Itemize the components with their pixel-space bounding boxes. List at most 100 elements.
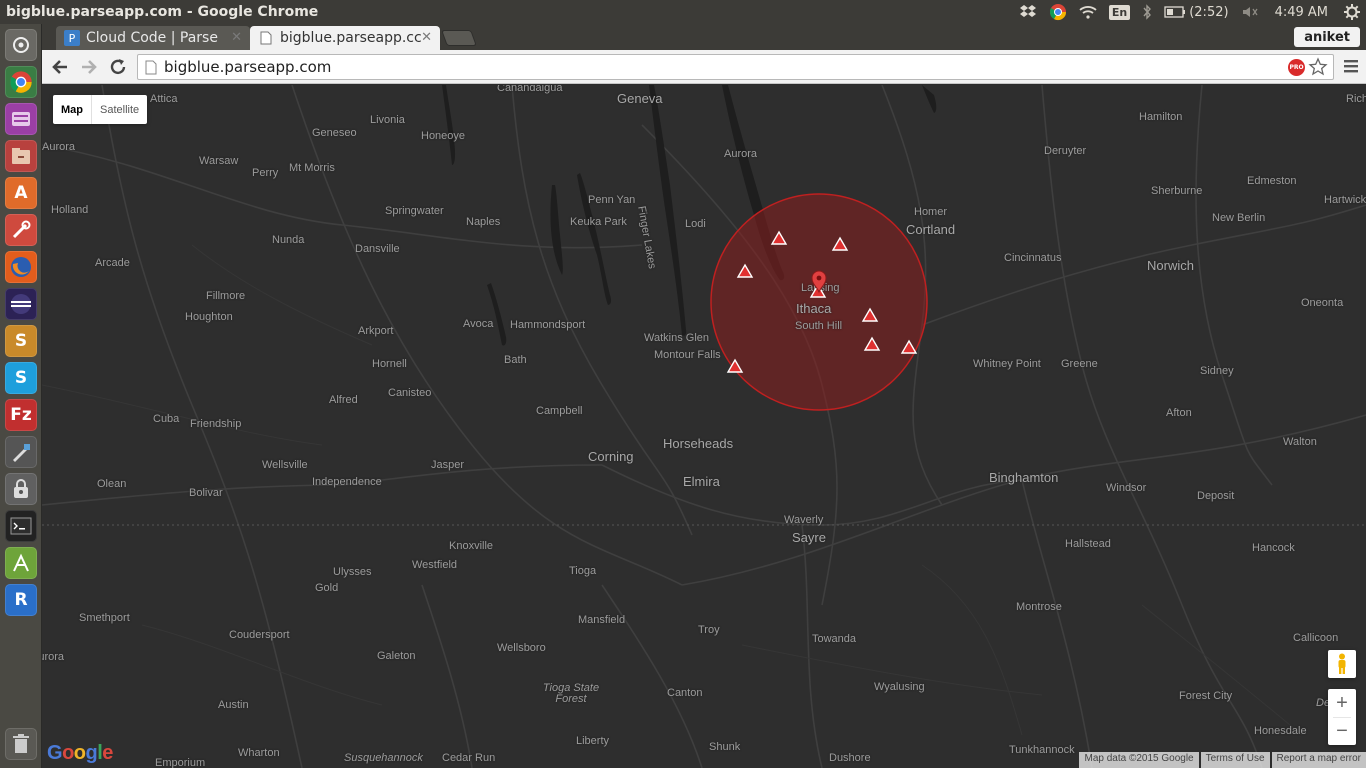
place-label: Deposit xyxy=(1197,490,1235,502)
tab-bigblue[interactable]: bigblue.parseapp.cc ✕ xyxy=(250,26,440,50)
dash-home-icon[interactable] xyxy=(5,29,37,61)
skype-icon[interactable]: S xyxy=(5,362,37,394)
map-type-map-button[interactable]: Map xyxy=(53,95,92,124)
place-label: Binghamton xyxy=(989,470,1059,485)
file-manager-icon[interactable] xyxy=(5,140,37,172)
place-label: Corning xyxy=(588,449,634,464)
chrome-tray-icon[interactable] xyxy=(1043,0,1073,24)
software-center-icon[interactable]: A xyxy=(5,177,37,209)
place-label: Montour Falls xyxy=(654,349,721,361)
place-label: Alfred xyxy=(329,394,358,406)
place-label: Austin xyxy=(218,699,249,711)
place-label: Wellsville xyxy=(262,459,308,471)
chrome-launcher-icon[interactable] xyxy=(5,66,37,98)
place-label: Ulysses xyxy=(333,566,372,578)
place-label: Forest City xyxy=(1179,690,1233,702)
unity-launcher: A S S Fz R xyxy=(0,24,42,768)
map-canvas[interactable]: Canandaigua Geneva Attica Livonia Genese… xyxy=(42,85,1366,768)
place-label: Aurora xyxy=(42,651,65,663)
reload-button[interactable] xyxy=(106,55,130,79)
place-label: Springwater xyxy=(385,205,444,217)
place-label: Knoxville xyxy=(449,540,494,552)
android-studio-icon[interactable] xyxy=(5,547,37,579)
place-label: Deruyter xyxy=(1044,145,1087,157)
place-label: Wellsboro xyxy=(497,642,546,654)
place-label: Ithaca xyxy=(796,301,832,316)
forward-button[interactable] xyxy=(77,55,101,79)
place-label: Cedar Run xyxy=(442,752,496,764)
place-label: Canisteo xyxy=(388,387,432,399)
place-label: Lansing xyxy=(801,282,840,294)
map-type-control: Map Satellite xyxy=(53,95,148,124)
place-label: Warsaw xyxy=(199,155,239,167)
place-label: Troy xyxy=(698,624,720,636)
place-label: Arkport xyxy=(358,325,394,337)
place-label: Bath xyxy=(504,354,527,366)
tab-close-icon[interactable]: ✕ xyxy=(231,30,242,45)
lock-app-icon[interactable] xyxy=(5,473,37,505)
place-label: Tioga xyxy=(569,565,597,577)
place-label: Oneonta xyxy=(1301,297,1344,309)
place-label: Hornell xyxy=(372,358,407,370)
settings-gear-icon[interactable] xyxy=(1338,0,1366,24)
tab-cloud-code[interactable]: P Cloud Code | Parse ✕ xyxy=(56,26,250,50)
google-logo[interactable]: Google xyxy=(47,742,113,765)
chrome-menu-icon[interactable] xyxy=(1343,58,1359,77)
place-label: Smethport xyxy=(79,612,130,624)
filezilla-icon[interactable]: Fz xyxy=(5,399,37,431)
wifi-icon[interactable] xyxy=(1073,0,1103,24)
trash-icon[interactable] xyxy=(5,728,37,760)
bookmark-star-icon[interactable] xyxy=(1308,57,1328,81)
place-label: Mt Morris xyxy=(289,162,335,174)
url-text: bigblue.parseapp.com xyxy=(164,58,332,76)
place-label: Campbell xyxy=(536,405,583,417)
back-button[interactable] xyxy=(48,55,72,79)
media-app-icon[interactable] xyxy=(5,103,37,135)
dropbox-icon[interactable] xyxy=(1013,0,1043,24)
system-settings-icon[interactable] xyxy=(5,214,37,246)
place-label: Bolivar xyxy=(189,487,223,499)
place-label: Canandaigua xyxy=(497,85,563,94)
system-top-bar: bigblue.parseapp.com - Google Chrome En … xyxy=(0,0,1366,24)
place-label: Towanda xyxy=(812,633,857,645)
place-label: Houghton xyxy=(185,311,233,323)
place-label: Galeton xyxy=(377,650,416,662)
zoom-in-button[interactable]: + xyxy=(1328,689,1356,717)
pro-extension-icon[interactable]: PRO xyxy=(1288,59,1305,76)
map-attribution: Map data ©2015 Google Terms of Use Repor… xyxy=(1077,752,1366,768)
report-map-error-link[interactable]: Report a map error xyxy=(1271,752,1366,768)
zoom-out-button[interactable]: − xyxy=(1328,717,1356,745)
map-type-satellite-button[interactable]: Satellite xyxy=(92,95,147,124)
street-view-pegman-icon[interactable] xyxy=(1328,650,1356,678)
profile-button[interactable]: aniket xyxy=(1294,27,1360,47)
browser-toolbar: bigblue.parseapp.com PRO xyxy=(42,50,1366,84)
place-label: South Hill xyxy=(795,320,843,332)
terminal-icon[interactable] xyxy=(5,510,37,542)
place-label: Dushore xyxy=(829,752,871,764)
page-favicon-icon xyxy=(258,30,274,46)
terms-of-use-link[interactable]: Terms of Use xyxy=(1200,752,1270,768)
place-label: Tunkhannock xyxy=(1009,744,1075,756)
address-bar[interactable]: bigblue.parseapp.com PRO xyxy=(137,54,1334,80)
bluetooth-icon[interactable] xyxy=(1136,0,1158,24)
eclipse-icon[interactable] xyxy=(5,288,37,320)
clock[interactable]: 4:49 AM xyxy=(1265,0,1338,24)
text-editor-icon[interactable] xyxy=(5,436,37,468)
place-label: Cuba xyxy=(153,413,180,425)
place-label: Keuka Park xyxy=(570,216,627,228)
place-label: Avoca xyxy=(463,318,494,330)
place-label: Waverly xyxy=(784,514,824,526)
new-tab-button[interactable] xyxy=(441,30,477,46)
place-label: Horseheads xyxy=(663,436,734,451)
rstudio-icon[interactable]: R xyxy=(5,584,37,616)
place-label: Sayre xyxy=(792,530,826,545)
tab-close-icon[interactable]: ✕ xyxy=(421,30,432,45)
input-language-indicator[interactable]: En xyxy=(1103,0,1136,24)
place-label: Livonia xyxy=(370,114,405,126)
battery-indicator[interactable]: (2:52) xyxy=(1158,0,1234,24)
firefox-icon[interactable] xyxy=(5,251,37,283)
sublime-text-icon[interactable]: S xyxy=(5,325,37,357)
place-label: Independence xyxy=(312,476,382,488)
place-label: Sidney xyxy=(1200,365,1234,377)
volume-muted-icon[interactable] xyxy=(1235,0,1265,24)
